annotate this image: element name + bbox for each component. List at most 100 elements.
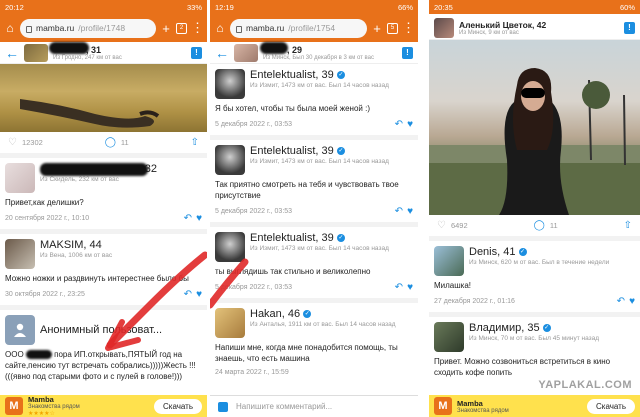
comment-date: 5 декабря 2022 г., 03:53 — [215, 208, 293, 215]
lock-icon — [236, 25, 242, 33]
comment-text: Так приятно смотреть на тебя и чувствова… — [215, 180, 399, 200]
comment-input-bar: Напишите комментарий... — [210, 395, 418, 417]
commenter-location: Из Вена, 1006 км от вас — [40, 252, 113, 259]
lock-icon — [26, 25, 32, 33]
commenter-name[interactable]: Entelektualist, 39 ✓ — [250, 145, 389, 157]
heart-icon[interactable]: ♡ — [8, 137, 17, 148]
home-icon[interactable]: ⌂ — [4, 21, 16, 35]
address-bar[interactable]: mamba.ru/profile/1754 — [230, 18, 367, 38]
address-bar[interactable]: mamba.ru/profile/1748 — [20, 18, 156, 38]
commenter-name[interactable]: Hakan, 46 ✓ — [250, 308, 396, 320]
comment-meta: 30 октября 2022 г., 23:25 ↶ ♥ — [5, 289, 202, 300]
back-arrow-icon[interactable]: ← — [5, 45, 19, 61]
tabs-icon[interactable]: 2 — [176, 22, 187, 34]
comment-meta: 24 марта 2022 г., 15:59 — [215, 369, 413, 376]
home-icon[interactable]: ⌂ — [214, 21, 226, 35]
report-icon[interactable]: ! — [191, 46, 202, 59]
profile-header: ← , 31 Из Гродно, 247 км от вас ! — [0, 41, 207, 64]
commenter-location: Из Анталья, 1911 км от вас. Был 14 часов… — [250, 321, 396, 328]
menu-icon[interactable]: ⋮ — [191, 20, 204, 36]
download-button[interactable]: Скачать — [154, 398, 202, 414]
profile-location: Из Минск, 9 км от вас — [459, 29, 519, 36]
comment-input[interactable]: Напишите комментарий... — [236, 402, 332, 411]
banner-title: Mamba — [457, 398, 483, 408]
battery-level: 66% — [397, 2, 413, 12]
url-domain: mamba.ru — [36, 23, 75, 33]
comment-text: Можно ножки и раздвинуть интерестнее был… — [5, 274, 189, 283]
commenter-avatar[interactable] — [215, 308, 245, 338]
heart-icon[interactable]: ♡ — [437, 220, 446, 231]
commenter-avatar[interactable] — [5, 163, 35, 193]
like-icon[interactable]: ♥ — [407, 206, 413, 217]
profile-header: Аленький Цветок, 42 Из Минск, 9 км от ва… — [429, 14, 640, 40]
like-icon[interactable]: ♥ — [196, 289, 202, 300]
profile-photo[interactable] — [429, 40, 640, 215]
profile-location: Из Минск, Был 30 декабря в 3 км от вас — [263, 54, 375, 61]
profile-photo[interactable] — [0, 64, 207, 132]
new-tab-icon[interactable]: + — [160, 21, 172, 36]
commenter-name[interactable]: Владимир, 35 ✓ — [469, 322, 599, 334]
status-time: 12:19 — [215, 2, 234, 12]
verified-icon: ✓ — [336, 234, 345, 243]
back-arrow-icon[interactable]: ← — [215, 45, 229, 61]
commenter-name[interactable]: Entelektualist, 39 ✓ — [250, 232, 389, 244]
commenter-name[interactable]: Entelektualist, 39 ✓ — [250, 69, 389, 81]
reply-icon[interactable]: ↶ — [395, 206, 403, 217]
status-time: 20:12 — [5, 2, 24, 12]
comment-text: Милашка! — [434, 281, 472, 290]
reply-icon[interactable]: ↶ — [395, 282, 403, 293]
battery-level: 33% — [186, 2, 202, 12]
photo-stats: ♡ 6492 ◯ 11 ⇧ — [429, 215, 640, 236]
mamba-logo-icon: M — [434, 397, 452, 415]
like-icon[interactable]: ♥ — [196, 213, 202, 224]
like-icon[interactable]: ♥ — [629, 296, 635, 307]
reply-icon[interactable]: ↶ — [617, 296, 625, 307]
avatar[interactable] — [24, 43, 48, 62]
commenter-name[interactable]: MAKSIM, 44 — [40, 239, 112, 251]
avatar[interactable] — [434, 17, 454, 38]
menu-icon[interactable]: ⋮ — [402, 20, 415, 36]
report-icon[interactable]: ! — [624, 21, 635, 34]
status-time: 20:35 — [434, 2, 453, 12]
censor-bar — [40, 163, 148, 176]
reply-icon[interactable]: ↶ — [184, 289, 192, 300]
like-icon[interactable]: ♥ — [407, 282, 413, 293]
watermark: YAPLAKAL.COM — [538, 379, 632, 391]
comment-card: Denis, 41 ✓ Из Минск, 620 м от вас. Был … — [429, 241, 640, 312]
comment-text: ты выглядишь так стильно и великолепно — [215, 267, 371, 276]
comment-meta: 27 декабря 2022 г., 01:16 ↶ ♥ — [434, 296, 635, 307]
verified-icon: ✓ — [303, 310, 312, 319]
comment-icon[interactable]: ◯ — [105, 137, 116, 148]
app-banner: M Mamba Знакомства рядом Скачать — [429, 395, 640, 417]
avatar[interactable] — [234, 43, 258, 62]
comment-meta: 20 сентября 2022 г., 10:10 ↶ ♥ — [5, 213, 202, 224]
tabs-icon[interactable]: 5 — [387, 22, 398, 34]
commenter-avatar[interactable] — [215, 69, 245, 99]
like-icon[interactable]: ♥ — [407, 119, 413, 130]
commenter-avatar[interactable] — [434, 246, 464, 276]
attach-photo-icon[interactable] — [218, 401, 228, 412]
report-icon[interactable]: ! — [402, 46, 413, 59]
censor-bar — [49, 41, 89, 54]
app-banner: M Mamba Знакомства рядом ★★★★☆ Скачать — [0, 395, 207, 417]
rating-stars: ★★★★☆ — [28, 411, 55, 417]
share-icon[interactable]: ⇧ — [191, 137, 199, 148]
comment-card: Entelektualist, 39 ✓ Из Измит, 1473 км о… — [210, 64, 418, 135]
reply-icon[interactable]: ↶ — [184, 213, 192, 224]
share-icon[interactable]: ⇧ — [624, 220, 632, 231]
comment-text: Привет,как делишки? — [5, 198, 84, 207]
censor-bar — [260, 41, 288, 54]
comment-card: Владимир, 35 ✓ Из Минск, 70 м от вас. Бы… — [429, 317, 640, 383]
commenter-avatar[interactable] — [434, 322, 464, 352]
download-button[interactable]: Скачать — [587, 398, 635, 414]
commenter-avatar[interactable] — [215, 232, 245, 262]
commenter-avatar[interactable] — [5, 239, 35, 269]
reply-icon[interactable]: ↶ — [395, 119, 403, 130]
comment-card: Entelektualist, 39 ✓ Из Измит, 1473 км о… — [210, 227, 418, 298]
commenter-name[interactable]: Denis, 41 ✓ — [469, 246, 609, 258]
commenter-avatar[interactable] — [215, 145, 245, 175]
new-tab-icon[interactable]: + — [371, 21, 383, 36]
battery-level: 60% — [619, 2, 635, 12]
comment-icon[interactable]: ◯ — [534, 220, 545, 231]
anonymous-avatar-icon — [5, 315, 35, 345]
